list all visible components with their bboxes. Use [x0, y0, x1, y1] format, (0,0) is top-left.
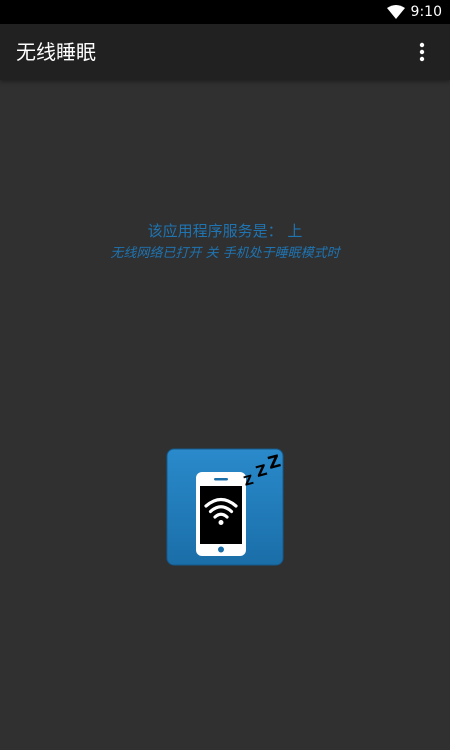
status-time: 9:10 — [410, 4, 442, 20]
main-content: 该应用程序服务是： 上 无线网络已打开 关 手机处于睡眠模式时 Z Z Z — [0, 80, 450, 750]
phone-wifi-sleep-icon: Z Z Z — [166, 448, 284, 566]
sleep-toggle-button[interactable]: Z Z Z — [166, 448, 284, 566]
status-bar: 9:10 — [0, 0, 450, 24]
service-status-value: 上 — [287, 222, 303, 240]
service-description: 无线网络已打开 关 手机处于睡眠模式时 — [110, 246, 340, 261]
wifi-icon — [386, 5, 405, 19]
more-vert-icon — [419, 42, 425, 62]
app-title: 无线睡眠 — [16, 40, 96, 64]
status-icons: 9:10 — [386, 0, 442, 24]
service-status-label: 该应用程序服务是： — [147, 222, 283, 240]
service-status: 该应用程序服务是： 上 — [0, 220, 450, 241]
app-bar: 无线睡眠 — [0, 24, 450, 80]
overflow-menu-button[interactable] — [402, 32, 442, 72]
